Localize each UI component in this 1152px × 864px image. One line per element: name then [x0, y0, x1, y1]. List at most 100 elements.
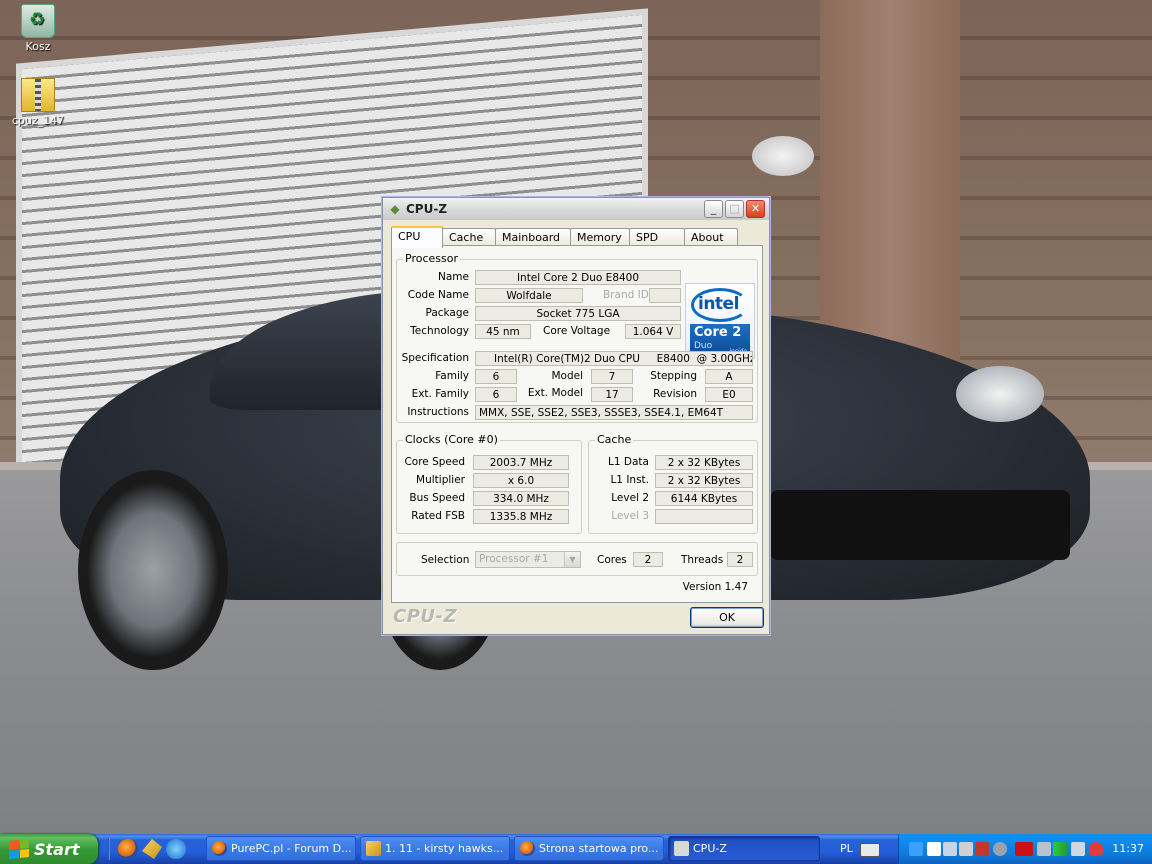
l1-inst-label: L1 Inst. — [610, 474, 649, 486]
taskbar-button-cpuz[interactable]: CPU-Z — [668, 836, 820, 861]
keyboard-icon[interactable] — [860, 843, 880, 857]
wallpaper-headlight — [956, 366, 1044, 422]
brandid-value — [649, 288, 681, 303]
rated-fsb-label: Rated FSB — [411, 510, 465, 522]
package-label: Package — [425, 307, 469, 319]
desktop-icon-recycle-bin[interactable]: Kosz — [1, 4, 75, 53]
core-voltage-value: 1.064 V — [625, 324, 681, 339]
selection-group: Selection Processor #1 ▼ Cores 2 Threads… — [396, 542, 758, 576]
system-tray: 11:37 — [898, 834, 1152, 864]
window-title: CPU-Z — [406, 202, 448, 216]
processor-group: Processor Name Intel Core 2 Duo E8400 Co… — [396, 252, 758, 423]
taskbar: Start PurePC.pl - Forum D... 1. 11 - kir… — [0, 834, 1152, 864]
tray-icon-7[interactable] — [1037, 842, 1051, 856]
core-voltage-label: Core Voltage — [543, 325, 611, 337]
winamp-icon — [366, 841, 381, 856]
revision-label: Revision — [653, 388, 697, 400]
brandid-label: Brand ID — [603, 289, 649, 301]
cache-group: Cache L1 Data 2 x 32 KBytes L1 Inst. 2 x… — [588, 433, 758, 534]
security-alert-icon[interactable] — [975, 842, 989, 856]
ext-model-label: Ext. Model — [527, 387, 583, 399]
ok-button[interactable]: OK — [690, 607, 764, 628]
cpuz-window: ◆ CPU-Z _ □ ✕ CPU Cache Mainboard Memory… — [382, 197, 770, 635]
cores-label: Cores — [597, 554, 627, 566]
taskbar-button-purepc[interactable]: PurePC.pl - Forum D... — [206, 836, 356, 861]
safely-remove-icon[interactable] — [943, 842, 957, 856]
bus-speed-label: Bus Speed — [409, 492, 465, 504]
technology-value: 45 nm — [475, 324, 531, 339]
taskbar-button-strona[interactable]: Strona startowa pro... — [514, 836, 664, 861]
intel-core2-duo-logo: intel Core 2 Duo inside — [685, 283, 755, 359]
minimize-button[interactable]: _ — [704, 200, 723, 218]
volume-icon[interactable] — [959, 842, 973, 856]
wallpaper-grille — [770, 490, 1070, 560]
firefox-icon[interactable] — [118, 839, 138, 859]
chevron-down-icon[interactable]: ▼ — [564, 552, 580, 567]
tray-app-icon[interactable] — [927, 842, 941, 856]
instructions-label: Instructions — [407, 406, 469, 418]
bus-speed-value: 334.0 MHz — [473, 491, 569, 506]
disk-icon[interactable] — [993, 842, 1007, 856]
family-value: 6 — [475, 369, 517, 384]
rated-fsb-value: 1335.8 MHz — [473, 509, 569, 524]
start-button[interactable]: Start — [0, 834, 98, 864]
selection-label: Selection — [421, 554, 470, 566]
taskbar-button-label: Strona startowa pro... — [539, 842, 659, 855]
shield-icon[interactable] — [1089, 842, 1103, 856]
technology-label: Technology — [410, 325, 469, 337]
window-titlebar[interactable]: ◆ CPU-Z _ □ ✕ — [383, 198, 769, 220]
model-label: Model — [551, 370, 583, 382]
specification-label: Specification — [401, 352, 469, 364]
level3-label: Level 3 — [611, 510, 649, 522]
ext-family-label: Ext. Family — [411, 388, 469, 400]
maximize-button[interactable]: □ — [725, 200, 744, 218]
winamp-icon[interactable] — [142, 839, 162, 859]
multiplier-value: x 6.0 — [473, 473, 569, 488]
cpuz-footer-logo: CPU-Z — [393, 606, 458, 627]
ext-family-value: 6 — [475, 387, 517, 402]
specification-value: Intel(R) Core(TM)2 Duo CPU E8400 @ 3.00G… — [475, 351, 753, 366]
core-speed-value: 2003.7 MHz — [473, 455, 569, 470]
processor-legend: Processor — [403, 252, 460, 265]
name-value: Intel Core 2 Duo E8400 — [475, 270, 681, 285]
signal-icon[interactable] — [1053, 842, 1067, 856]
cores-value: 2 — [633, 552, 663, 567]
tab-cpu[interactable]: CPU — [391, 226, 443, 248]
cpuz-app-icon: ◆ — [390, 202, 400, 216]
wallpaper-wheel-rear — [78, 470, 228, 670]
taskbar-button-label: CPU-Z — [693, 842, 727, 855]
model-value: 7 — [591, 369, 633, 384]
desktop-icon-cpuz-archive[interactable]: cpuz_147 — [1, 78, 75, 127]
revision-value: E0 — [705, 387, 753, 402]
l1-data-value: 2 x 32 KBytes — [655, 455, 753, 470]
clocks-group: Clocks (Core #0) Core Speed 2003.7 MHz M… — [396, 433, 582, 534]
wallpaper-lamp — [752, 136, 814, 176]
level2-value: 6144 KBytes — [655, 491, 753, 506]
l1-data-label: L1 Data — [608, 456, 649, 468]
codename-value: Wolfdale — [475, 288, 583, 303]
cache-legend: Cache — [595, 433, 634, 446]
desktop-icon-label: cpuz_147 — [11, 114, 65, 127]
name-label: Name — [438, 271, 469, 283]
ext-model-value: 17 — [591, 387, 633, 402]
clock[interactable]: 11:37 — [1112, 834, 1144, 864]
package-value: Socket 775 LGA — [475, 306, 681, 321]
clocks-legend: Clocks (Core #0) — [403, 433, 500, 446]
desktop-icon-label: Kosz — [25, 40, 51, 53]
processor-select[interactable]: Processor #1 ▼ — [475, 551, 581, 568]
taskbar-button-label: PurePC.pl - Forum D... — [231, 842, 352, 855]
tray-icon-9[interactable] — [1071, 842, 1085, 856]
threads-value: 2 — [727, 552, 753, 567]
recycle-bin-icon — [21, 4, 55, 38]
firefox-icon — [520, 841, 535, 856]
close-button[interactable]: ✕ — [746, 200, 765, 218]
ie-icon[interactable] — [166, 839, 186, 859]
quicklaunch-separator — [108, 838, 110, 860]
ati-icon[interactable] — [1015, 842, 1033, 856]
cpuz-icon — [674, 841, 689, 856]
cpu-tab-panel: Processor Name Intel Core 2 Duo E8400 Co… — [391, 245, 763, 603]
taskbar-button-winamp[interactable]: 1. 11 - kirsty hawks... — [360, 836, 510, 861]
network-icon[interactable] — [909, 842, 923, 856]
taskbar-button-label: 1. 11 - kirsty hawks... — [385, 842, 504, 855]
firefox-icon — [212, 841, 227, 856]
